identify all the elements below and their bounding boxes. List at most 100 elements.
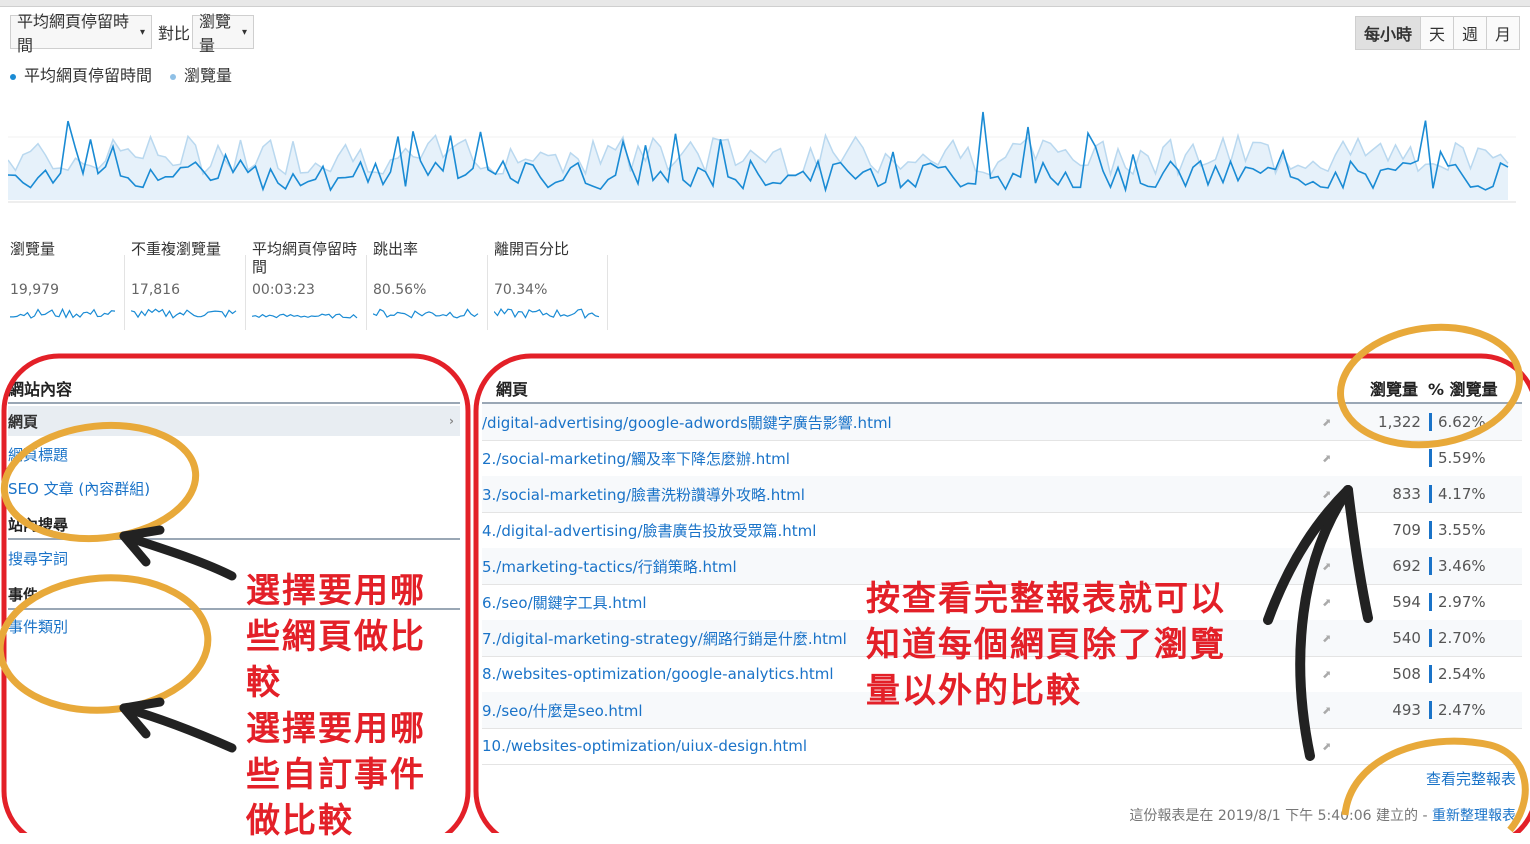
annotation-line: 做比較 [246, 801, 354, 841]
legend-item-secondary: 瀏覽量 [170, 62, 232, 86]
metric-value: 70.34% [494, 282, 548, 298]
metric-divider [487, 255, 488, 330]
legend-dot-icon [170, 73, 177, 80]
compare-label: 對比 [158, 24, 191, 43]
left-item-search-terms[interactable]: 搜尋字詞 [8, 548, 460, 569]
page-path-link[interactable]: 4./digital-advertising/臉書廣告投放受眾篇.html [482, 520, 1322, 541]
percent-cell: 2.70% [1428, 629, 1522, 647]
percent-cell: 2.97% [1428, 593, 1522, 611]
annotation-select-pages: 選擇要用哪 些網頁做比 較 [246, 568, 426, 706]
granularity-month[interactable]: 月 [1485, 17, 1519, 49]
metric-label: 離開百分比 [494, 240, 570, 258]
refresh-report-link[interactable]: 重新整理報表 [1432, 808, 1516, 824]
percent-cell: 4.17% [1428, 485, 1522, 503]
metric-sparkline [373, 308, 479, 319]
metric-sparkline [494, 308, 600, 319]
annotation-line: 量以外的比較 [866, 671, 1082, 711]
percent-cell: 5.59% [1428, 449, 1522, 467]
annotation-full-report: 按查看完整報表就可以 知道每個網頁除了瀏覽 量以外的比較 [866, 576, 1226, 714]
page-path-link[interactable]: 2./social-marketing/觸及率下降怎麼辦.html [482, 448, 1322, 469]
metric-unique-pageviews[interactable]: 不重複瀏覽量 17,816 [131, 240, 249, 330]
page-path-link[interactable]: 10./websites-optimization/uiux-design.ht… [482, 737, 1322, 755]
annotation-line: 較 [246, 663, 282, 703]
annotation-line: 選擇要用哪 [246, 709, 426, 749]
external-link-icon[interactable]: ⬈ [1322, 452, 1342, 465]
col-header-pct: % 瀏覽量 [1428, 380, 1498, 399]
external-link-icon[interactable]: ⬈ [1322, 560, 1342, 573]
external-link-icon[interactable]: ⬈ [1322, 524, 1342, 537]
trend-chart [8, 111, 1516, 203]
chevron-down-icon: ▾ [241, 26, 247, 38]
pageviews-cell: 692 [1392, 557, 1421, 575]
percent-cell: 2.54% [1428, 665, 1522, 683]
metric-divider [245, 255, 246, 330]
metric-sparkline [10, 307, 116, 319]
granularity-week[interactable]: 週 [1452, 17, 1486, 49]
primary-metric-label: 平均網頁停留時間 [17, 12, 130, 55]
arrow-to-events [119, 697, 237, 753]
external-link-icon[interactable]: ⬈ [1322, 704, 1342, 717]
secondary-series-area [8, 135, 1508, 200]
percent-cell: 2.47% [1428, 701, 1522, 719]
metric-label: 跳出率 [373, 240, 419, 258]
selected-item-label: 網頁 [8, 412, 39, 431]
col-header-page: 網頁 [496, 380, 529, 399]
page-path-link[interactable]: /digital-advertising/google-adwords關鍵字廣告… [482, 412, 1322, 433]
primary-metric-dropdown[interactable]: 平均網頁停留時間 ▾ [10, 12, 152, 55]
metric-avg-time[interactable]: 平均網頁停留時間 00:03:23 [252, 240, 370, 330]
metric-sparkline [252, 313, 358, 319]
external-link-icon[interactable]: ⬈ [1322, 632, 1342, 645]
left-section-site-search: 站內搜尋 [8, 514, 460, 540]
annotation-line: 些自訂事件 [246, 755, 426, 795]
legend-dot-icon [10, 73, 16, 80]
granularity-hour[interactable]: 每小時 [1355, 17, 1420, 49]
secondary-metric-label: 瀏覽量 [199, 12, 232, 55]
left-item-seo-group[interactable]: SEO 文章 (內容群組) [8, 478, 460, 499]
metric-bounce-rate[interactable]: 跳出率 80.56% [373, 240, 491, 330]
pageviews-cell: 508 [1392, 665, 1421, 683]
metric-divider [366, 255, 367, 330]
left-panel-header: 網站內容 [8, 376, 460, 404]
chevron-down-icon: ▾ [139, 26, 145, 38]
metric-value: 80.56% [373, 282, 427, 298]
annotation-line: 知道每個網頁除了瀏覽 [866, 625, 1226, 665]
report-footer: 這份報表是在 2019/8/1 下午 5:40:06 建立的 - 重新整理報表 [1129, 805, 1516, 825]
external-link-icon[interactable]: ⬈ [1322, 668, 1342, 681]
metric-value: 00:03:23 [252, 282, 315, 298]
metric-value: 17,816 [131, 282, 180, 298]
percent-cell: 3.46% [1428, 557, 1522, 575]
metric-pageviews[interactable]: 瀏覽量 19,979 [10, 240, 128, 330]
external-link-icon[interactable]: ⬈ [1322, 596, 1342, 609]
external-link-icon[interactable]: ⬈ [1322, 488, 1342, 501]
table-row: 3./social-marketing/臉書洗粉讚導外攻略.html ⬈ 833 4.… [482, 476, 1522, 513]
footer-text: 這份報表是在 2019/8/1 下午 5:40:06 建立的 - [1129, 808, 1428, 824]
metric-label: 瀏覽量 [10, 240, 56, 258]
metric-divider [607, 255, 608, 330]
left-item-page-title[interactable]: 網頁標題 [8, 444, 460, 465]
pageviews-cell: 493 [1392, 701, 1421, 719]
page-path-link[interactable]: 5./marketing-tactics/行銷策略.html [482, 556, 1322, 577]
full-report-link[interactable]: 查看完整報表 [1426, 768, 1516, 789]
top-border [0, 0, 1530, 7]
table-row: 2./social-marketing/觸及率下降怎麼辦.html ⬈ 5.59% [482, 440, 1522, 477]
granularity-day[interactable]: 天 [1419, 17, 1453, 49]
chevron-right-icon: › [449, 414, 454, 428]
percent-cell: 6.62% [1428, 413, 1522, 431]
external-link-icon[interactable]: ⬈ [1322, 740, 1342, 753]
chart-legend: 平均網頁停留時間 瀏覽量 [10, 62, 232, 86]
pageviews-cell: 833 [1392, 485, 1421, 503]
page-path-link[interactable]: 3./social-marketing/臉書洗粉讚導外攻略.html [482, 484, 1322, 505]
right-panel-header: 網頁 瀏覽量 % 瀏覽量 [482, 376, 1522, 404]
secondary-metric-dropdown[interactable]: 瀏覽量 ▾ [192, 12, 254, 55]
table-row: 10./websites-optimization/uiux-design.ht… [482, 728, 1522, 765]
annotation-select-events: 選擇要用哪 些自訂事件 做比較 [246, 706, 426, 844]
table-row: /digital-advertising/google-adwords關鍵字廣告… [482, 404, 1522, 441]
annotation-line: 按查看完整報表就可以 [866, 579, 1226, 619]
left-panel-selected-item[interactable]: 網頁 › [8, 406, 460, 436]
external-link-icon[interactable]: ⬈ [1322, 416, 1342, 429]
legend-item-primary: 平均網頁停留時間 [10, 62, 152, 86]
annotation-line: 選擇要用哪 [246, 571, 426, 611]
col-header-views: 瀏覽量 [1370, 380, 1419, 399]
metric-exit-rate[interactable]: 離開百分比 70.34% [494, 240, 612, 330]
pageviews-cell: 540 [1392, 629, 1421, 647]
